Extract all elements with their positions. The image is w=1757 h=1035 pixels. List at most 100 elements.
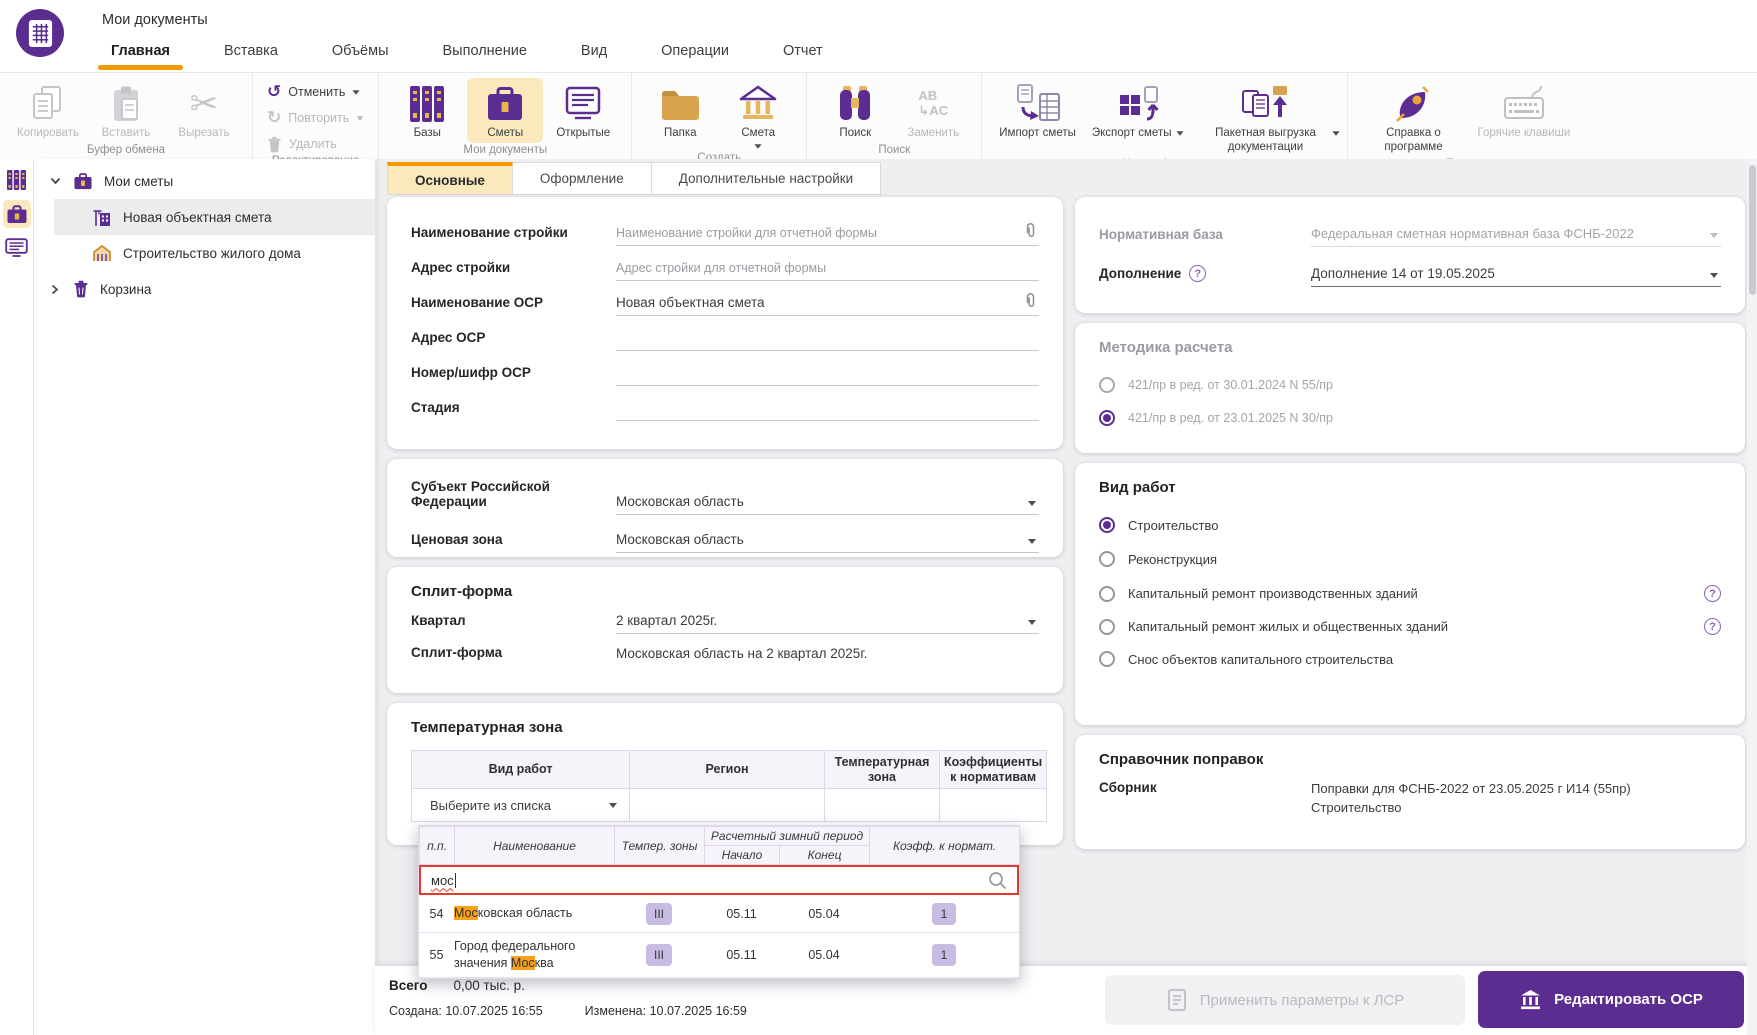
paperclip-icon[interactable] [1024,222,1037,239]
edit-osr-button[interactable]: Редактировать ОСР [1478,971,1744,1028]
radio-icon[interactable] [1099,377,1115,393]
hotkeys-button[interactable]: Горячие клавиши [1470,78,1577,143]
col-header-coef: Коэффициенты к нормативам [938,750,1048,789]
modified-timestamp: Изменена: 10.07.2025 16:59 [584,1004,747,1018]
menu-tab-vid[interactable]: Вид [554,36,634,69]
search-value: мос [431,872,454,888]
build-name-input[interactable]: Наименование стройки для отчетной формы [616,220,1039,246]
method-card: Методика расчета 421/пр в ред. от 30.01.… [1075,323,1745,453]
work-type-option[interactable]: Реконструкция [1075,551,1745,567]
help-icon[interactable]: ? [1704,618,1721,635]
import-estimate-button[interactable]: Импорт сметы [992,78,1083,143]
menu-tab-obyomy[interactable]: Объёмы [305,36,416,69]
paste-button[interactable]: Вставить [88,78,164,143]
tree-item-new-object-estimate[interactable]: Новая объектная смета [54,199,375,235]
find-button[interactable]: Поиск [817,78,893,143]
redo-button[interactable]: ↻ Повторить [267,108,364,128]
redo-dropdown-caret-icon[interactable] [356,115,364,121]
rail-estimates-button[interactable] [2,200,31,228]
create-estimate-caret-icon[interactable] [754,144,762,149]
osr-address-input[interactable] [616,325,1039,351]
method-option[interactable]: 421/пр в ред. от 30.01.2024 N 55/пр [1075,377,1745,393]
estimates-button[interactable]: Сметы [467,78,544,143]
ribbon-group-clipboard: Копировать Вставить ✂ Вырезать Буфер обм… [0,73,253,159]
opened-button[interactable]: Открытые [545,78,621,143]
total-line: Всего 0,00 тыс. р. [389,978,525,993]
region-option-row[interactable]: 54 Московская область III 05.11 05.04 1 [419,895,1019,933]
region-search-input[interactable]: мос [419,865,1019,895]
chevron-down-icon [1710,233,1718,238]
subject-select[interactable]: Московская область [616,489,1039,515]
undo-dropdown-caret-icon[interactable] [352,89,360,95]
create-folder-button[interactable]: Папка [642,78,718,143]
work-type-select[interactable]: Выберите из списка [416,798,625,813]
supplement-select[interactable]: Дополнение 14 от 19.05.2025 [1311,261,1721,287]
quarter-select[interactable]: 2 квартал 2025г. [616,608,1039,634]
rail-bases-icon [7,170,26,190]
replace-button[interactable]: AB ↳AC Заменить [895,78,971,143]
about-button[interactable]: Справка о программе [1358,78,1468,157]
osr-number-input[interactable] [616,360,1039,386]
paperclip-icon[interactable] [1024,292,1037,309]
tree-item-house-construction[interactable]: Строительство жилого дома [34,235,375,271]
row-num: 55 [429,948,444,962]
undo-button[interactable]: ↺ Отменить [267,82,364,102]
menu-tab-vypolnenie[interactable]: Выполнение [416,36,554,69]
cut-button[interactable]: ✂ Вырезать [166,78,242,143]
app-logo-icon[interactable] [16,9,64,57]
chevron-right-icon[interactable] [48,284,62,295]
tree-item-trash[interactable]: Корзина [34,271,375,307]
field-label: Квартал [411,613,466,629]
work-type-option[interactable]: Строительство [1075,517,1745,533]
work-type-option[interactable]: Капитальный ремонт производственных здан… [1075,585,1745,602]
radio-icon[interactable] [1099,618,1115,635]
vertical-scrollbar[interactable] [1747,159,1757,1035]
region-option-row[interactable]: 55 Город федерального значения Москва II… [419,933,1019,978]
tree-item-my-estimates[interactable]: Мои сметы [34,163,375,199]
help-icon[interactable]: ? [1189,265,1207,282]
work-type-card: Вид работ Строительство Реконструкция Ка… [1075,463,1745,725]
option-label: Строительство [1128,517,1219,533]
tab-oformlenie[interactable]: Оформление [512,162,652,195]
delete-button[interactable]: Удалить [267,134,364,154]
select-value: 2 квартал 2025г. [616,613,718,628]
rail-bases-button[interactable] [3,166,31,194]
radio-selected-icon[interactable] [1099,517,1115,533]
create-estimate-button[interactable]: Смета [720,78,796,151]
build-address-input[interactable]: Адрес стройки для отчетной формы [616,255,1039,281]
work-type-option[interactable]: Капитальный ремонт жилых и общественных … [1075,618,1745,635]
export-estimate-button[interactable]: Экспорт сметы [1085,78,1192,143]
bases-button[interactable]: Базы [389,78,465,143]
tab-osnovnye[interactable]: Основные [387,162,513,195]
export-caret-icon[interactable] [1176,131,1185,136]
building-icon [736,81,780,127]
create-estimate-label: Смета [741,127,776,139]
briefcase-icon [73,172,93,190]
batch-export-caret-icon[interactable] [1332,131,1341,136]
osr-name-input[interactable]: Новая объектная смета [616,290,1039,316]
copy-button[interactable]: Копировать [10,78,86,143]
help-icon[interactable]: ? [1704,585,1721,602]
batch-export-button[interactable]: Пакетная выгрузка документации [1193,78,1341,157]
region-cell[interactable] [629,788,825,822]
price-zone-select[interactable]: Московская область [616,527,1039,553]
menu-tab-vstavka[interactable]: Вставка [197,36,305,69]
work-type-option[interactable]: Снос объектов капитального строительства [1075,651,1745,667]
chevron-down-icon[interactable] [48,177,62,185]
stage-input[interactable] [616,395,1039,421]
radio-icon[interactable] [1099,585,1115,602]
search-icon[interactable] [988,871,1007,890]
radio-selected-icon[interactable] [1099,410,1115,426]
scrollbar-thumb[interactable] [1748,165,1756,295]
menu-tab-glavnaya[interactable]: Главная [84,36,197,70]
method-option[interactable]: 421/пр в ред. от 23.01.2025 N 30/пр [1075,410,1745,426]
temp-zone-title: Температурная зона [411,719,563,736]
rail-opened-button[interactable] [3,234,31,262]
rail-opened-icon [5,238,28,257]
tab-dop-nastroyki[interactable]: Дополнительные настройки [651,162,882,195]
radio-icon[interactable] [1099,651,1115,667]
menu-tab-operacii[interactable]: Операции [634,36,756,69]
menu-tab-otchet[interactable]: Отчет [756,36,850,69]
apply-params-button[interactable]: Применить параметры к ЛСР [1105,975,1465,1025]
radio-icon[interactable] [1099,551,1115,567]
